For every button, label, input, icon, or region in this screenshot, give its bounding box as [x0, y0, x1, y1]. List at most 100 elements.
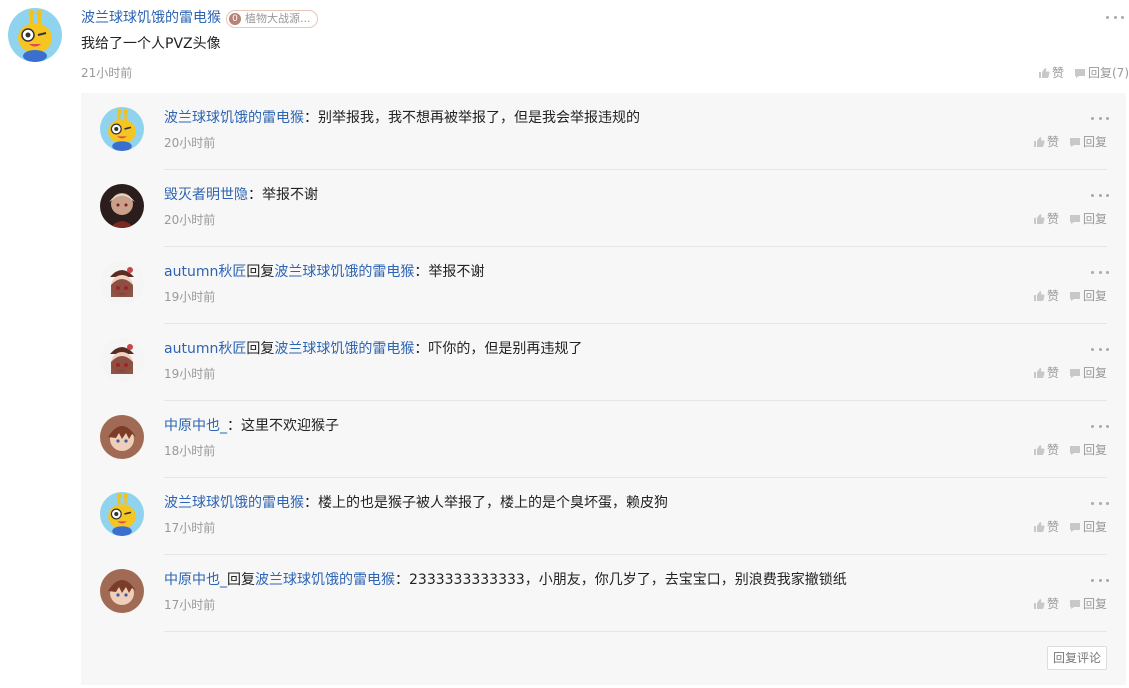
reply-target[interactable]: 波兰球球饥饿的雷电猴: [255, 572, 395, 588]
reply-colon: ：: [395, 572, 409, 588]
reply-time: 18小时前: [164, 444, 216, 458]
reply-line: 中原中也_回复波兰球球饥饿的雷电猴：2333333333333，小朋友，你几岁了…: [164, 571, 847, 589]
reply-button[interactable]: 回复: [1069, 519, 1107, 535]
main-more-icon[interactable]: [1106, 14, 1124, 20]
reply-item: autumn秋匠回复波兰球球饥饿的雷电猴：举报不谢 19小时前 赞 回复: [81, 247, 1126, 324]
reply-avatar[interactable]: [100, 338, 144, 382]
comment-icon: [1070, 292, 1080, 301]
reply-colon: ：: [248, 187, 262, 203]
main-comment-text: 我给了一个人PVZ头像: [81, 36, 221, 52]
reply-line: 波兰球球饥饿的雷电猴：楼上的也是猴子被人举报了，楼上的是个臭坏蛋，赖皮狗: [164, 494, 668, 512]
reply-button[interactable]: 回复: [1069, 365, 1107, 381]
reply-item: 中原中也_回复波兰球球饥饿的雷电猴：2333333333333，小朋友，你几岁了…: [81, 555, 1126, 632]
reply-author[interactable]: 波兰球球饥饿的雷电猴: [164, 110, 304, 126]
reply-word: 回复: [246, 341, 275, 357]
more-icon[interactable]: [1091, 269, 1109, 275]
thumbs-up-icon: [1034, 291, 1045, 301]
reply-author[interactable]: 毁灭者明世隐: [164, 187, 248, 203]
thumbs-up-icon: [1034, 214, 1045, 224]
thumbs-up-icon: [1034, 445, 1045, 455]
reply-avatar[interactable]: [100, 415, 144, 459]
main-time: 21小时前: [81, 66, 133, 80]
reply-text: 楼上的也是猴子被人举报了，楼上的是个臭坏蛋，赖皮狗: [318, 495, 668, 511]
reply-time: 20小时前: [164, 213, 216, 227]
reply-colon: ：: [227, 418, 241, 434]
reply-author[interactable]: 中原中也_: [164, 418, 227, 434]
reply-word: 回复: [227, 572, 255, 588]
reply-line: 毁灭者明世隐：举报不谢: [164, 186, 318, 204]
reply-text: 举报不谢: [262, 187, 318, 203]
divider: [164, 631, 1107, 632]
more-icon[interactable]: [1091, 500, 1109, 506]
comment-icon: [1075, 69, 1085, 78]
reply-avatar[interactable]: [100, 107, 144, 151]
reply-text: 吓你的，但是别再违规了: [428, 341, 583, 357]
main-like-button[interactable]: 赞: [1038, 65, 1064, 81]
reply-item: 中原中也_：这里不欢迎猴子 18小时前 赞 回复: [81, 401, 1126, 478]
reply-line: autumn秋匠回复波兰球球饥饿的雷电猴：举报不谢: [164, 263, 484, 281]
reply-text: 2333333333333，小朋友，你几岁了，去宝宝口，别浪费我家撤锁纸: [409, 572, 847, 588]
reply-button[interactable]: 回复: [1069, 288, 1107, 304]
like-button[interactable]: 赞: [1033, 288, 1059, 304]
reply-item: 波兰球球饥饿的雷电猴：楼上的也是猴子被人举报了，楼上的是个臭坏蛋，赖皮狗 17小…: [81, 478, 1126, 555]
reply-author[interactable]: autumn秋匠: [164, 264, 246, 280]
reply-text: 这里不欢迎猴子: [241, 418, 339, 434]
reply-avatar[interactable]: [100, 261, 144, 305]
reply-colon: ：: [414, 341, 429, 357]
thumbs-up-icon: [1034, 137, 1045, 147]
reply-time: 20小时前: [164, 136, 216, 150]
like-button[interactable]: 赞: [1033, 596, 1059, 612]
more-icon[interactable]: [1091, 115, 1109, 121]
comment-icon: [1070, 138, 1080, 147]
reply-author[interactable]: autumn秋匠: [164, 341, 246, 357]
thumbs-up-icon: [1039, 68, 1050, 78]
main-avatar[interactable]: [8, 8, 62, 62]
comment-icon: [1070, 215, 1080, 224]
reply-avatar[interactable]: [100, 492, 144, 536]
reply-line: 中原中也_：这里不欢迎猴子: [164, 417, 339, 435]
reply-button[interactable]: 回复: [1069, 442, 1107, 458]
reply-item: 毁灭者明世隐：举报不谢 20小时前 赞 回复: [81, 170, 1126, 247]
like-button[interactable]: 赞: [1033, 211, 1059, 227]
reply-time: 19小时前: [164, 290, 216, 304]
more-icon[interactable]: [1091, 577, 1109, 583]
more-icon[interactable]: [1091, 346, 1109, 352]
comment-icon: [1070, 446, 1080, 455]
thumbs-up-icon: [1034, 522, 1045, 532]
reply-author[interactable]: 波兰球球饥饿的雷电猴: [164, 495, 304, 511]
reply-avatar[interactable]: [100, 569, 144, 613]
reply-button[interactable]: 回复: [1069, 134, 1107, 150]
reply-time: 17小时前: [164, 521, 216, 535]
reply-comment-button[interactable]: 回复评论: [1047, 646, 1107, 670]
reply-colon: ：: [304, 495, 318, 511]
reply-button[interactable]: 回复: [1069, 211, 1107, 227]
thumbs-up-icon: [1034, 368, 1045, 378]
comment-icon: [1070, 523, 1080, 532]
like-button[interactable]: 赞: [1033, 442, 1059, 458]
main-author[interactable]: 波兰球球饥饿的雷电猴: [81, 9, 221, 27]
main-reply-button[interactable]: 回复(7): [1074, 65, 1129, 81]
reply-colon: ：: [414, 264, 429, 280]
badge-text: 植物大战源...: [245, 12, 311, 25]
reply-target[interactable]: 波兰球球饥饿的雷电猴: [274, 341, 414, 357]
like-button[interactable]: 赞: [1033, 134, 1059, 150]
reply-button[interactable]: 回复: [1069, 596, 1107, 612]
reply-item: autumn秋匠回复波兰球球饥饿的雷电猴：吓你的，但是别再违规了 19小时前 赞…: [81, 324, 1126, 401]
comment-icon: [1070, 369, 1080, 378]
fan-badge[interactable]: 0 植物大战源...: [226, 10, 318, 28]
reply-line: autumn秋匠回复波兰球球饥饿的雷电猴：吓你的，但是别再违规了: [164, 340, 582, 358]
reply-time: 17小时前: [164, 598, 216, 612]
reply-text: 别举报我，我不想再被举报了，但是我会举报违规的: [318, 110, 640, 126]
badge-level: 0: [229, 13, 241, 25]
reply-item: 波兰球球饥饿的雷电猴：别举报我，我不想再被举报了，但是我会举报违规的 20小时前…: [81, 93, 1126, 170]
like-button[interactable]: 赞: [1033, 365, 1059, 381]
reply-text: 举报不谢: [428, 264, 485, 280]
like-button[interactable]: 赞: [1033, 519, 1059, 535]
reply-target[interactable]: 波兰球球饥饿的雷电猴: [274, 264, 414, 280]
reply-line: 波兰球球饥饿的雷电猴：别举报我，我不想再被举报了，但是我会举报违规的: [164, 109, 640, 127]
reply-author[interactable]: 中原中也_: [164, 572, 227, 588]
reply-avatar[interactable]: [100, 184, 144, 228]
more-icon[interactable]: [1091, 192, 1109, 198]
reply-colon: ：: [304, 110, 318, 126]
more-icon[interactable]: [1091, 423, 1109, 429]
